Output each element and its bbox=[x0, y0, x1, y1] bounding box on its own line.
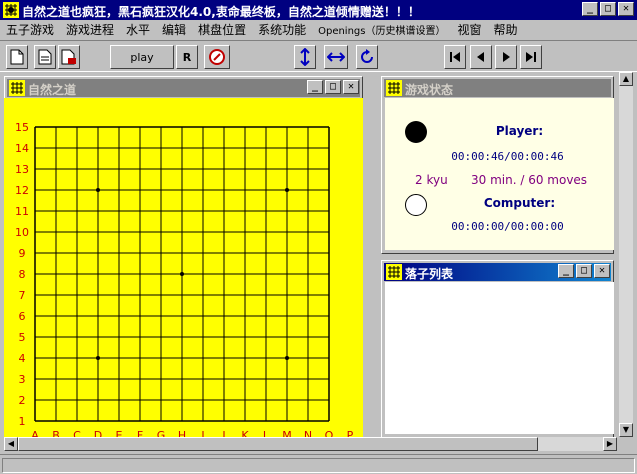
board-star-point bbox=[96, 188, 100, 192]
menu-board-position[interactable]: 棋盘位置 bbox=[192, 21, 252, 38]
board-row-label: 4 bbox=[19, 352, 26, 365]
board-row-label: 7 bbox=[19, 289, 26, 302]
new-file-button[interactable] bbox=[6, 45, 28, 69]
board-row-label: 9 bbox=[19, 247, 26, 260]
board-row-label: 8 bbox=[19, 268, 26, 281]
step-forward-icon bbox=[503, 52, 510, 62]
toolbar: play R bbox=[0, 40, 637, 72]
stop-icon bbox=[209, 49, 225, 65]
play-button[interactable]: play bbox=[110, 45, 174, 69]
r-button[interactable]: R bbox=[176, 45, 198, 69]
flip-horizontal-button[interactable] bbox=[324, 45, 348, 69]
status-area: Player: 00:00:46/00:00:46 2 kyu 30 min. … bbox=[385, 98, 614, 250]
previous-move-button[interactable] bbox=[470, 45, 492, 69]
time-control-label: 30 min. / 60 moves bbox=[471, 173, 588, 187]
menu-level[interactable]: 水平 bbox=[120, 21, 156, 38]
move-list-window-icon bbox=[386, 264, 402, 280]
menu-window[interactable]: 视窗 bbox=[451, 21, 487, 38]
scroll-left-arrow-icon[interactable]: ◀ bbox=[4, 437, 18, 451]
board-row-label: 14 bbox=[15, 142, 29, 155]
window-title: 自然之道也疯狂，黑石疯狂汉化4.0,衷命最终板，自然之道倾情赠送！！！ bbox=[22, 5, 420, 19]
move-list-close-button[interactable]: ✕ bbox=[594, 264, 610, 278]
menu-help[interactable]: 帮助 bbox=[488, 21, 524, 38]
step-back-icon bbox=[477, 52, 484, 62]
status-window-title: 游戏状态 bbox=[405, 83, 454, 97]
move-list-maximize-button[interactable]: □ bbox=[576, 264, 592, 278]
board-window-title: 自然之道 bbox=[28, 83, 77, 97]
status-bar bbox=[0, 454, 637, 474]
board-row-label: 11 bbox=[15, 205, 29, 218]
player-time: 00:00:46/00:00:46 bbox=[451, 150, 564, 163]
board-row-label: 1 bbox=[19, 415, 26, 428]
horizontal-arrows-icon bbox=[327, 52, 345, 62]
vertical-arrows-icon bbox=[300, 48, 310, 66]
menu-gomoku-game[interactable]: 五子游戏 bbox=[0, 21, 60, 38]
new-file-icon bbox=[10, 49, 24, 65]
board-star-point bbox=[285, 188, 289, 192]
move-list-window-titlebar[interactable]: 落子列表 _ □ ✕ bbox=[384, 263, 611, 281]
skip-forward-icon bbox=[526, 52, 536, 62]
minimize-button[interactable]: _ bbox=[582, 2, 598, 16]
menu-system[interactable]: 系统功能 bbox=[252, 21, 312, 38]
gomoku-board[interactable]: 151413121110987654321A B C D E F G H I J K L M N O P bbox=[4, 98, 363, 439]
board-star-point bbox=[96, 356, 100, 360]
menu-openings[interactable]: Openings（历史棋谱设置） bbox=[312, 22, 451, 37]
menubar: 五子游戏 游戏进程 水平 编辑 棋盘位置 系统功能 Openings（历史棋谱设… bbox=[0, 20, 637, 39]
vertical-scrollbar[interactable]: ▲ ▼ bbox=[619, 72, 633, 437]
stop-button[interactable] bbox=[204, 45, 230, 69]
board-star-point bbox=[285, 356, 289, 360]
scroll-right-arrow-icon[interactable]: ▶ bbox=[603, 437, 617, 451]
board-maximize-button[interactable]: □ bbox=[325, 80, 341, 94]
last-move-button[interactable] bbox=[520, 45, 542, 69]
window-titlebar[interactable]: 自然之道也疯狂，黑石疯狂汉化4.0,衷命最终板，自然之道倾情赠送！！！ _ □ … bbox=[0, 0, 637, 20]
horizontal-scroll-thumb[interactable] bbox=[18, 437, 538, 451]
save-file-button[interactable] bbox=[58, 45, 80, 69]
close-button[interactable]: ✕ bbox=[618, 2, 634, 16]
app-icon bbox=[3, 2, 19, 18]
move-list[interactable] bbox=[385, 282, 614, 434]
rotate-icon bbox=[361, 49, 373, 63]
board-row-label: 3 bbox=[19, 373, 26, 386]
menu-game-progress[interactable]: 游戏进程 bbox=[60, 21, 120, 38]
computer-label: Computer: bbox=[483, 196, 556, 210]
open-file-button[interactable] bbox=[34, 45, 56, 69]
status-window-titlebar[interactable]: 游戏状态 bbox=[384, 79, 611, 97]
move-list-minimize-button[interactable]: _ bbox=[558, 264, 574, 278]
level-label: 2 kyu bbox=[415, 173, 448, 187]
scroll-up-arrow-icon[interactable]: ▲ bbox=[619, 72, 633, 86]
open-file-icon bbox=[38, 49, 52, 65]
first-move-button[interactable] bbox=[444, 45, 466, 69]
status-bar-field bbox=[2, 458, 635, 473]
board-area: 15 14 13 12 11 10 9 8 7 6 5 4 3 2 1 A B C D E F G H I J K L M N O P bbox=[4, 98, 363, 439]
board-close-button[interactable]: ✕ bbox=[343, 80, 359, 94]
board-row-label: 2 bbox=[19, 394, 26, 407]
board-minimize-button[interactable]: _ bbox=[307, 80, 323, 94]
status-window-icon bbox=[386, 80, 402, 96]
player-label: Player: bbox=[495, 124, 544, 138]
horizontal-scrollbar[interactable]: ◀ ▶ bbox=[4, 437, 617, 451]
next-move-button[interactable] bbox=[495, 45, 517, 69]
board-row-label: 15 bbox=[15, 121, 29, 134]
computer-time: 00:00:00/00:00:00 bbox=[451, 220, 564, 233]
board-row-label: 10 bbox=[15, 226, 29, 239]
board-row-label: 5 bbox=[19, 331, 26, 344]
board-row-label: 6 bbox=[19, 310, 26, 323]
board-row-label: 13 bbox=[15, 163, 29, 176]
menu-edit[interactable]: 编辑 bbox=[156, 21, 192, 38]
flip-vertical-button[interactable] bbox=[294, 45, 316, 69]
board-window-icon bbox=[9, 80, 25, 96]
rotate-button[interactable] bbox=[356, 45, 378, 69]
save-file-icon bbox=[61, 49, 76, 65]
maximize-button[interactable]: □ bbox=[600, 2, 616, 16]
move-list-window-title: 落子列表 bbox=[405, 267, 454, 281]
scroll-down-arrow-icon[interactable]: ▼ bbox=[619, 423, 633, 437]
skip-back-icon bbox=[450, 52, 460, 62]
board-star-point bbox=[180, 272, 184, 276]
board-row-label: 12 bbox=[15, 184, 29, 197]
board-window-titlebar[interactable]: 自然之道 _ □ ✕ bbox=[7, 79, 360, 97]
